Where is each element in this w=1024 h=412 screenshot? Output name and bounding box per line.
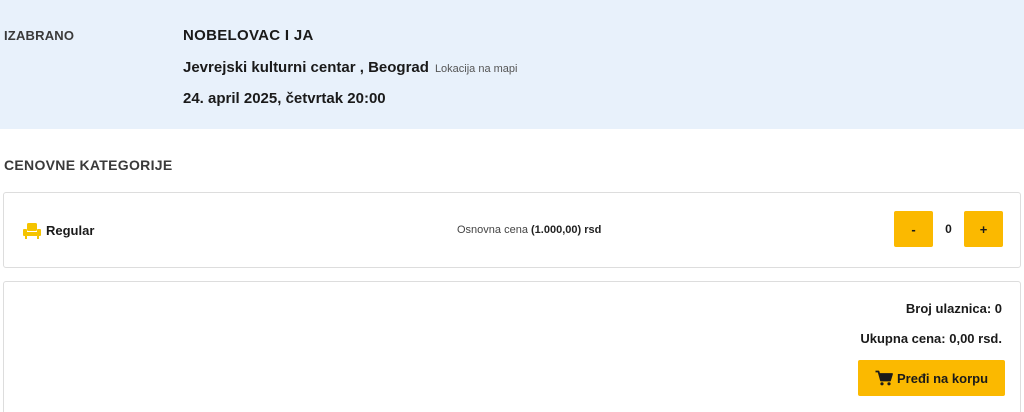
ticket-count: Broj ulaznica: 0 [905, 301, 1002, 316]
price-categories-heading: CENOVNE KATEGORIJE [4, 157, 173, 173]
venue-row: Jevrejski kulturni centar , Beograd Loka… [183, 59, 518, 76]
increase-quantity-button[interactable]: + [964, 211, 1003, 247]
go-to-cart-button[interactable]: Pređi na korpu [858, 360, 1005, 396]
selected-event-panel: IZABRANO NOBELOVAC I JA Jevrejski kultur… [0, 0, 1024, 129]
venue-name: Jevrejski kulturni centar , Beograd [183, 59, 429, 76]
quantity-value: 0 [945, 222, 952, 236]
total-price: Ukupna cena: 0,00 rsd. [860, 331, 1002, 346]
cart-button-label: Pređi na korpu [896, 370, 989, 386]
price-category-row: Regular Osnovna cena (1.000,00) rsd - 0 … [3, 192, 1021, 268]
price-value: (1.000,00) [531, 224, 582, 236]
event-date: 24. april 2025, četvrtak 20:00 [183, 90, 386, 107]
order-summary: Broj ulaznica: 0 Ukupna cena: 0,00 rsd. … [3, 281, 1021, 412]
base-price: Osnovna cena (1.000,00) rsd [457, 224, 601, 236]
map-location-link[interactable]: Lokacija na mapi [435, 63, 518, 75]
price-prefix: Osnovna cena [457, 224, 528, 236]
seat-icon [23, 223, 41, 239]
decrease-quantity-button[interactable]: - [894, 211, 933, 247]
selected-label: IZABRANO [4, 28, 75, 43]
price-currency: rsd [584, 224, 602, 236]
event-title: NOBELOVAC I JA [183, 27, 314, 44]
cart-icon [875, 370, 893, 386]
category-name: Regular [46, 223, 95, 238]
